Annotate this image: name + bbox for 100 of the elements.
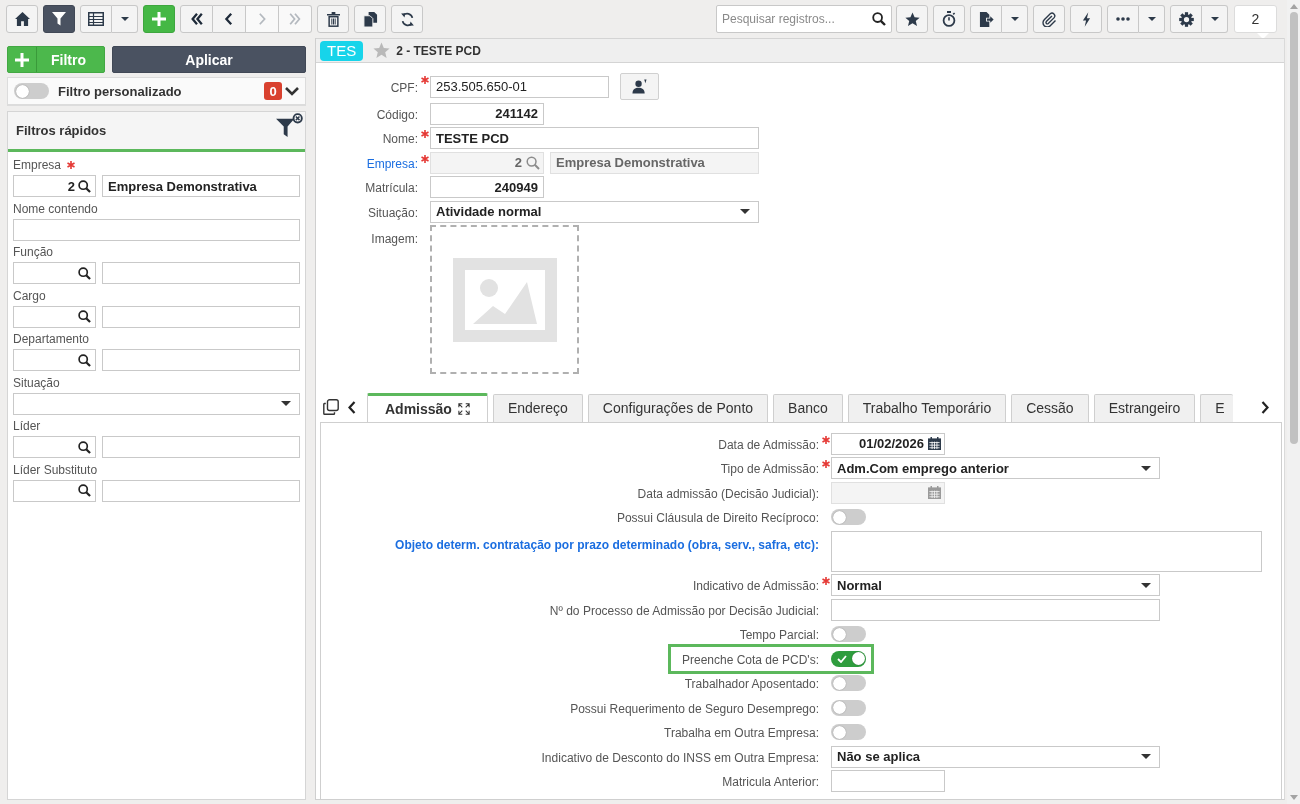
toggle-switch[interactable]: [831, 724, 866, 740]
lightning-icon: [1081, 11, 1091, 27]
tab[interactable]: Configurações de Ponto: [587, 393, 769, 422]
export-button[interactable]: [970, 5, 1002, 33]
field-label: Matricula Anterior:: [722, 775, 819, 789]
home-button[interactable]: [6, 5, 38, 33]
chevron-down-icon[interactable]: [285, 86, 299, 96]
input-field[interactable]: 240949: [430, 176, 544, 198]
timer-button[interactable]: [933, 5, 965, 33]
tab[interactable]: Banco: [773, 393, 843, 422]
attach-button[interactable]: [1033, 5, 1065, 33]
filter-button[interactable]: [43, 5, 75, 33]
code-field[interactable]: [13, 305, 96, 328]
star-icon[interactable]: [373, 42, 391, 59]
dropdown-button[interactable]: [1139, 5, 1165, 33]
tab[interactable]: Trabalho Temporário: [847, 393, 1007, 422]
caret-down-icon: [1010, 17, 1019, 21]
settings-button[interactable]: [1170, 5, 1202, 33]
select-field[interactable]: Adm.Com emprego anterior: [831, 457, 1160, 479]
input-field[interactable]: [102, 305, 300, 328]
calendar-icon: [928, 486, 941, 499]
search-field[interactable]: Pesquisar registros...: [716, 5, 892, 33]
input-field[interactable]: Empresa Demonstrativa: [102, 175, 300, 197]
add-button[interactable]: [143, 5, 175, 33]
tab[interactable]: Cessão: [1011, 393, 1089, 422]
field-label: Nome:: [382, 132, 418, 146]
field-label: Data de Admissão:: [718, 437, 819, 452]
field-label: Tempo Parcial:: [739, 628, 819, 642]
field-label: Trabalhador Aposentado:: [684, 677, 819, 691]
tab[interactable]: Endereço: [492, 393, 583, 422]
input-field[interactable]: [102, 349, 300, 371]
panel-title: Filtros rápidos: [16, 123, 107, 138]
duplicate-button[interactable]: [354, 5, 386, 33]
code-field[interactable]: 2: [13, 175, 96, 197]
code-field[interactable]: [13, 262, 96, 284]
home-icon: [14, 12, 30, 26]
apply-button[interactable]: Aplicar: [112, 46, 306, 73]
toggle-switch[interactable]: [831, 650, 866, 667]
input-field[interactable]: TESTE PCD: [430, 127, 759, 149]
input-field[interactable]: 241142: [430, 102, 544, 125]
input-field[interactable]: [831, 770, 945, 792]
field-label: Matrícula:: [365, 181, 418, 195]
field-label: Indicativo de Desconto do INSS em Outra Empresa:: [541, 750, 819, 765]
code-field[interactable]: [13, 479, 96, 502]
code-field[interactable]: [13, 436, 96, 458]
toggle-switch[interactable]: [14, 83, 49, 99]
search-icon: [526, 155, 540, 170]
select-field[interactable]: Atividade normal: [430, 200, 759, 223]
search-icon: [78, 484, 91, 497]
refresh-button[interactable]: [391, 5, 423, 33]
refresh-icon: [399, 11, 415, 27]
field-label: Situação:: [367, 205, 418, 220]
input-field[interactable]: [102, 262, 300, 284]
field-label: Imagem:: [371, 232, 418, 246]
delete-button[interactable]: [317, 5, 349, 33]
caret-down-icon: [740, 209, 750, 214]
select-field[interactable]: [13, 392, 300, 415]
input-field[interactable]: [102, 436, 300, 458]
person-button[interactable]: [620, 73, 659, 100]
star-icon: [904, 11, 920, 27]
toggle-switch[interactable]: [831, 626, 866, 642]
file-export-icon: [978, 11, 994, 27]
plus-icon: [15, 52, 29, 67]
caret-down-icon: [1141, 465, 1151, 471]
actions-button[interactable]: [1070, 5, 1102, 33]
toggle-switch[interactable]: [831, 509, 866, 525]
input-field[interactable]: [102, 479, 300, 502]
copy-icon[interactable]: [323, 399, 339, 415]
favorite-button[interactable]: [896, 5, 928, 33]
caret-down-icon: [281, 401, 291, 406]
more-button[interactable]: [1107, 5, 1139, 33]
chevron-right-icon[interactable]: [1260, 400, 1269, 414]
paperclip-icon: [1041, 11, 1057, 27]
filter-clear-icon[interactable]: [276, 113, 303, 138]
toggle-switch[interactable]: [831, 675, 866, 691]
date-field[interactable]: 01/02/2026: [831, 432, 945, 455]
calendar-icon: [928, 437, 941, 450]
field-label: Líder: [13, 419, 41, 433]
grid-view-button[interactable]: [80, 5, 112, 33]
image-upload-area[interactable]: [430, 225, 579, 374]
toggle-switch[interactable]: [831, 699, 866, 716]
code-field[interactable]: [13, 349, 96, 371]
input-field[interactable]: 253.505.650-01: [430, 75, 609, 98]
input-field[interactable]: [13, 218, 300, 241]
tab[interactable]: Admissão: [367, 392, 488, 422]
select-field[interactable]: Normal: [831, 574, 1160, 596]
first-record-button[interactable]: [180, 5, 213, 33]
tag-badge: TES: [320, 40, 364, 61]
chevron-left-icon[interactable]: [348, 400, 356, 414]
field-label: Cargo: [13, 288, 46, 303]
input-field[interactable]: [831, 598, 1160, 621]
scrollbar[interactable]: [1287, 0, 1300, 804]
caret-down-icon: [120, 17, 129, 21]
expand-icon: [457, 402, 470, 415]
tab[interactable]: E: [1200, 393, 1233, 422]
field-label: Nome contendo: [13, 201, 98, 216]
tab[interactable]: Estrangeiro: [1093, 393, 1196, 422]
select-field[interactable]: Não se aplica: [831, 745, 1160, 768]
documents-icon: [362, 11, 378, 27]
previous-record-button[interactable]: [213, 5, 246, 33]
